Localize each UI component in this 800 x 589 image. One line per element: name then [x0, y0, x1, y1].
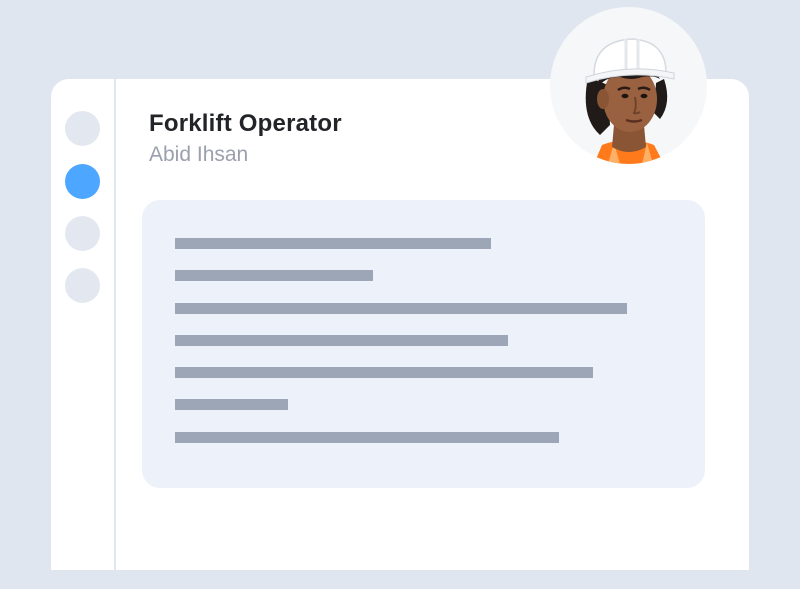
placeholder-line — [175, 367, 593, 378]
placeholder-line — [175, 432, 559, 443]
person-name: Abid Ihsan — [149, 143, 249, 166]
avatar — [550, 7, 707, 164]
worker-portrait-icon — [585, 38, 675, 164]
placeholder-line — [175, 335, 508, 346]
sidebar-item-4[interactable] — [65, 268, 100, 303]
sidebar-item-2-active[interactable] — [65, 164, 100, 199]
placeholder-line — [175, 399, 288, 410]
sidebar-item-1[interactable] — [65, 111, 100, 146]
placeholder-line — [175, 270, 373, 281]
sidebar — [51, 79, 116, 570]
job-title: Forklift Operator — [149, 110, 342, 137]
placeholder-line — [175, 238, 491, 249]
content-panel — [142, 200, 705, 488]
placeholder-line — [175, 303, 627, 314]
sidebar-item-3[interactable] — [65, 216, 100, 251]
